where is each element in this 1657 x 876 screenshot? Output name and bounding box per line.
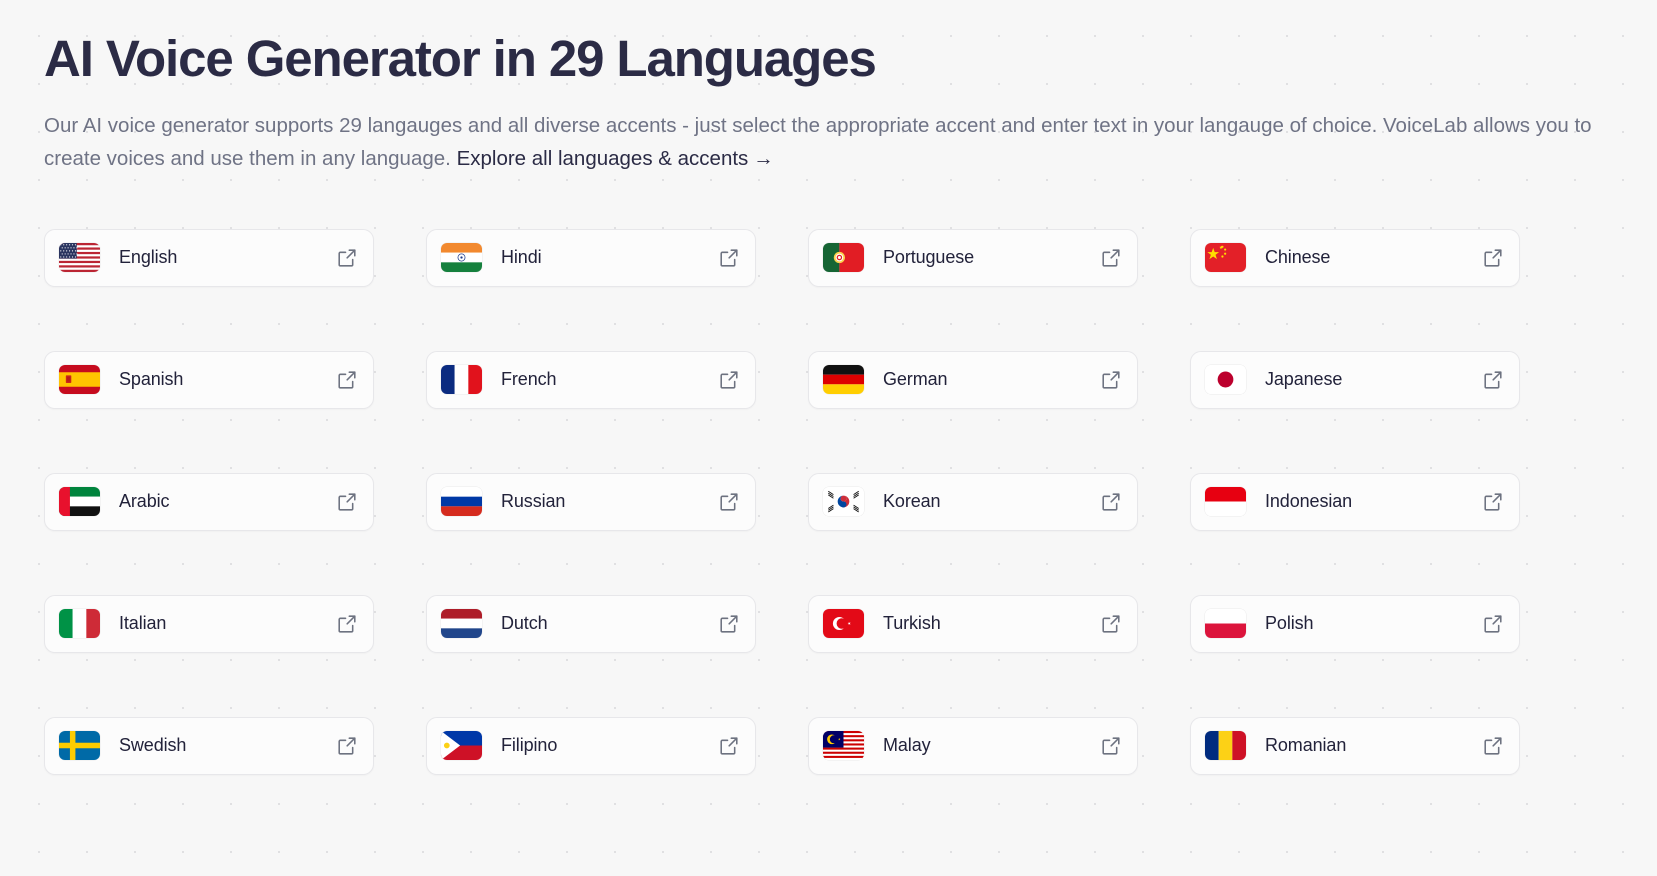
language-card-arabic[interactable]: Arabic: [44, 472, 374, 531]
external-link-icon[interactable]: [1100, 247, 1122, 269]
language-card-malay[interactable]: Malay: [808, 716, 1138, 775]
external-link-icon[interactable]: [718, 369, 740, 391]
external-link-icon[interactable]: [1100, 735, 1122, 757]
flag-id-icon: [1205, 487, 1246, 517]
external-link-icon[interactable]: [1100, 491, 1122, 513]
flag-kr-icon: [823, 487, 864, 517]
language-label: Russian: [501, 491, 566, 512]
external-link-icon[interactable]: [1482, 491, 1504, 513]
external-link-icon[interactable]: [718, 735, 740, 757]
flag-ro-icon: [1205, 731, 1246, 761]
flag-jp-icon: [1205, 365, 1246, 395]
external-link-icon[interactable]: [718, 491, 740, 513]
flag-de-icon: [823, 365, 864, 395]
language-card-japanese[interactable]: Japanese: [1190, 350, 1520, 409]
language-card-polish[interactable]: Polish: [1190, 594, 1520, 653]
external-link-icon[interactable]: [336, 247, 358, 269]
flag-pt-icon: [823, 243, 864, 273]
flag-it-icon: [59, 609, 100, 639]
language-label: Turkish: [883, 613, 941, 634]
flag-nl-icon: [441, 609, 482, 639]
language-label: Japanese: [1265, 369, 1343, 390]
language-label: Dutch: [501, 613, 548, 634]
language-label: Portuguese: [883, 247, 975, 268]
explore-link-label: Explore all languages & accents: [456, 147, 749, 171]
flag-ae-icon: [59, 487, 100, 517]
subtitle-text: Our AI voice generator supports 29 langa…: [44, 114, 1592, 171]
language-card-german[interactable]: German: [808, 350, 1138, 409]
external-link-icon[interactable]: [1482, 613, 1504, 635]
language-card-dutch[interactable]: Dutch: [426, 594, 756, 653]
flag-ru-icon: [441, 487, 482, 517]
language-label: Romanian: [1265, 735, 1347, 756]
flag-fr-icon: [441, 365, 482, 395]
flag-cn-icon: [1205, 243, 1246, 273]
language-label: Indonesian: [1265, 491, 1353, 512]
external-link-icon[interactable]: [1100, 613, 1122, 635]
language-card-english[interactable]: English: [44, 228, 374, 287]
external-link-icon[interactable]: [336, 491, 358, 513]
language-card-french[interactable]: French: [426, 350, 756, 409]
flag-my-icon: [823, 731, 864, 761]
language-label: Swedish: [119, 735, 187, 756]
flag-pl-icon: [1205, 609, 1246, 639]
external-link-icon[interactable]: [1482, 369, 1504, 391]
external-link-icon[interactable]: [1482, 735, 1504, 757]
page-subtitle: Our AI voice generator supports 29 langa…: [44, 109, 1604, 175]
language-card-chinese[interactable]: Chinese: [1190, 228, 1520, 287]
language-card-filipino[interactable]: Filipino: [426, 716, 756, 775]
language-label: German: [883, 369, 948, 390]
flag-us-icon: [59, 243, 100, 273]
language-grid: English Hindi Portuguese Chinese Spanish…: [44, 228, 1613, 775]
language-label: Polish: [1265, 613, 1314, 634]
language-label: Chinese: [1265, 247, 1331, 268]
external-link-icon[interactable]: [718, 247, 740, 269]
flag-in-icon: [441, 243, 482, 273]
external-link-icon[interactable]: [336, 613, 358, 635]
language-card-hindi[interactable]: Hindi: [426, 228, 756, 287]
language-card-portuguese[interactable]: Portuguese: [808, 228, 1138, 287]
flag-se-icon: [59, 731, 100, 761]
language-label: Italian: [119, 613, 167, 634]
external-link-icon[interactable]: [336, 369, 358, 391]
language-card-romanian[interactable]: Romanian: [1190, 716, 1520, 775]
page-header: AI Voice Generator in 29 Languages Our A…: [44, 0, 1613, 176]
language-label: Hindi: [501, 247, 542, 268]
external-link-icon[interactable]: [718, 613, 740, 635]
language-label: English: [119, 247, 178, 268]
flag-ph-icon: [441, 731, 482, 761]
language-card-spanish[interactable]: Spanish: [44, 350, 374, 409]
language-card-russian[interactable]: Russian: [426, 472, 756, 531]
language-label: Malay: [883, 735, 931, 756]
language-label: Spanish: [119, 369, 184, 390]
flag-es-icon: [59, 365, 100, 395]
page-title: AI Voice Generator in 29 Languages: [44, 30, 877, 87]
language-label: Filipino: [501, 735, 558, 756]
external-link-icon[interactable]: [336, 735, 358, 757]
language-showcase-page: AI Voice Generator in 29 Languages Our A…: [0, 0, 1657, 876]
arrow-right-icon: →: [753, 147, 774, 171]
language-card-italian[interactable]: Italian: [44, 594, 374, 653]
language-label: Arabic: [119, 491, 170, 512]
language-label: Korean: [883, 491, 941, 512]
external-link-icon[interactable]: [1100, 369, 1122, 391]
flag-tr-icon: [823, 609, 864, 639]
explore-languages-link[interactable]: Explore all languages & accents →: [457, 147, 774, 170]
language-card-swedish[interactable]: Swedish: [44, 716, 374, 775]
external-link-icon[interactable]: [1482, 247, 1504, 269]
language-card-indonesian[interactable]: Indonesian: [1190, 472, 1520, 531]
language-card-korean[interactable]: Korean: [808, 472, 1138, 531]
language-label: French: [501, 369, 557, 390]
language-card-turkish[interactable]: Turkish: [808, 594, 1138, 653]
